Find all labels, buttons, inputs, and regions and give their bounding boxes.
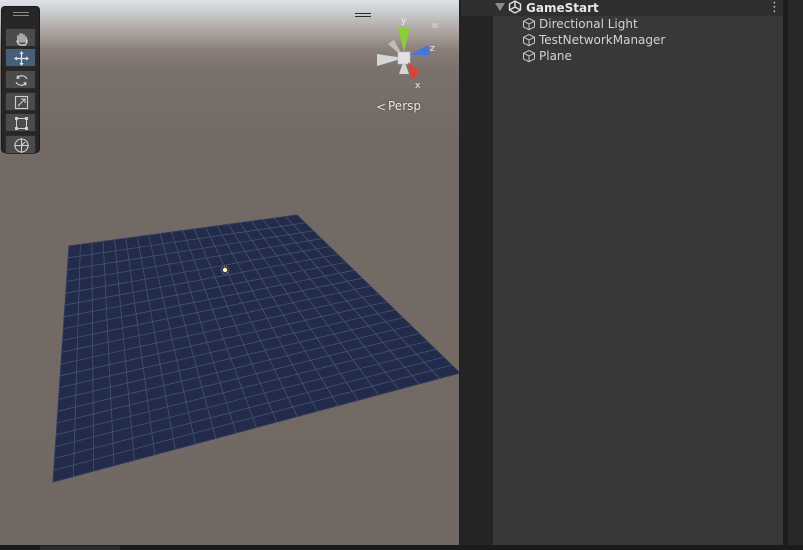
hierarchy-item[interactable]: Directional Light: [461, 16, 783, 32]
hierarchy-item[interactable]: TestNetworkManager: [461, 32, 783, 48]
scale-icon: [14, 95, 29, 110]
persp-toggle[interactable]: < Persp: [376, 99, 421, 114]
inspector-edge-inner: [788, 0, 803, 545]
rotate-icon: [15, 75, 28, 86]
x-axis-label: x: [415, 81, 421, 91]
expand-arrow-icon[interactable]: [495, 3, 505, 11]
rect-transform-icon: [15, 117, 28, 130]
transform-tool-button[interactable]: [5, 135, 36, 154]
tools-palette: [2, 7, 39, 154]
x-axis-cone: [408, 62, 420, 80]
scene-view[interactable]: y z x < Persp: [0, 0, 459, 545]
gameobject-cube-icon: [523, 17, 535, 31]
plane-object[interactable]: [52, 214, 459, 483]
bottom-tab[interactable]: [40, 546, 120, 550]
scene-name: GameStart: [526, 1, 599, 15]
z-axis-cone: [410, 45, 430, 55]
persp-label: Persp: [388, 99, 421, 113]
inspector-edge: [783, 0, 803, 545]
orientation-gizmo[interactable]: y z x: [368, 14, 442, 94]
hierarchy-content: [493, 0, 783, 545]
kebab-menu-icon[interactable]: ⋮: [768, 1, 781, 14]
move-arrows-icon: [14, 51, 29, 66]
hierarchy-item-label: Directional Light: [539, 17, 638, 31]
hierarchy-panel: GameStart ⋮ Directional Light TestNetwor…: [461, 0, 783, 545]
hand-icon: [16, 33, 28, 46]
bottom-status-bar: [0, 545, 803, 550]
unity-scene-icon: [508, 0, 522, 14]
transform-icon: [14, 138, 29, 153]
palette-grip-icon[interactable]: [13, 12, 29, 13]
lock-icon: [432, 23, 438, 28]
scene-header-row[interactable]: GameStart ⋮: [461, 0, 783, 16]
hierarchy-item[interactable]: Plane: [461, 48, 783, 64]
rotate-tool-button[interactable]: [5, 70, 36, 89]
rect-tool-button[interactable]: [5, 113, 36, 132]
move-tool-button[interactable]: [5, 48, 36, 67]
gameobject-cube-icon: [523, 49, 535, 63]
y-axis-cone: [398, 28, 410, 52]
y-axis-label: y: [401, 16, 407, 26]
hierarchy-item-label: Plane: [539, 49, 572, 63]
scale-tool-button[interactable]: [5, 92, 36, 111]
persp-icon: <: [376, 100, 387, 114]
gameobject-cube-icon: [523, 33, 535, 47]
hierarchy-item-label: TestNetworkManager: [539, 33, 666, 47]
hierarchy-gutter: [461, 0, 493, 545]
z-axis-label: z: [430, 44, 435, 54]
hand-tool-button[interactable]: [5, 28, 36, 47]
